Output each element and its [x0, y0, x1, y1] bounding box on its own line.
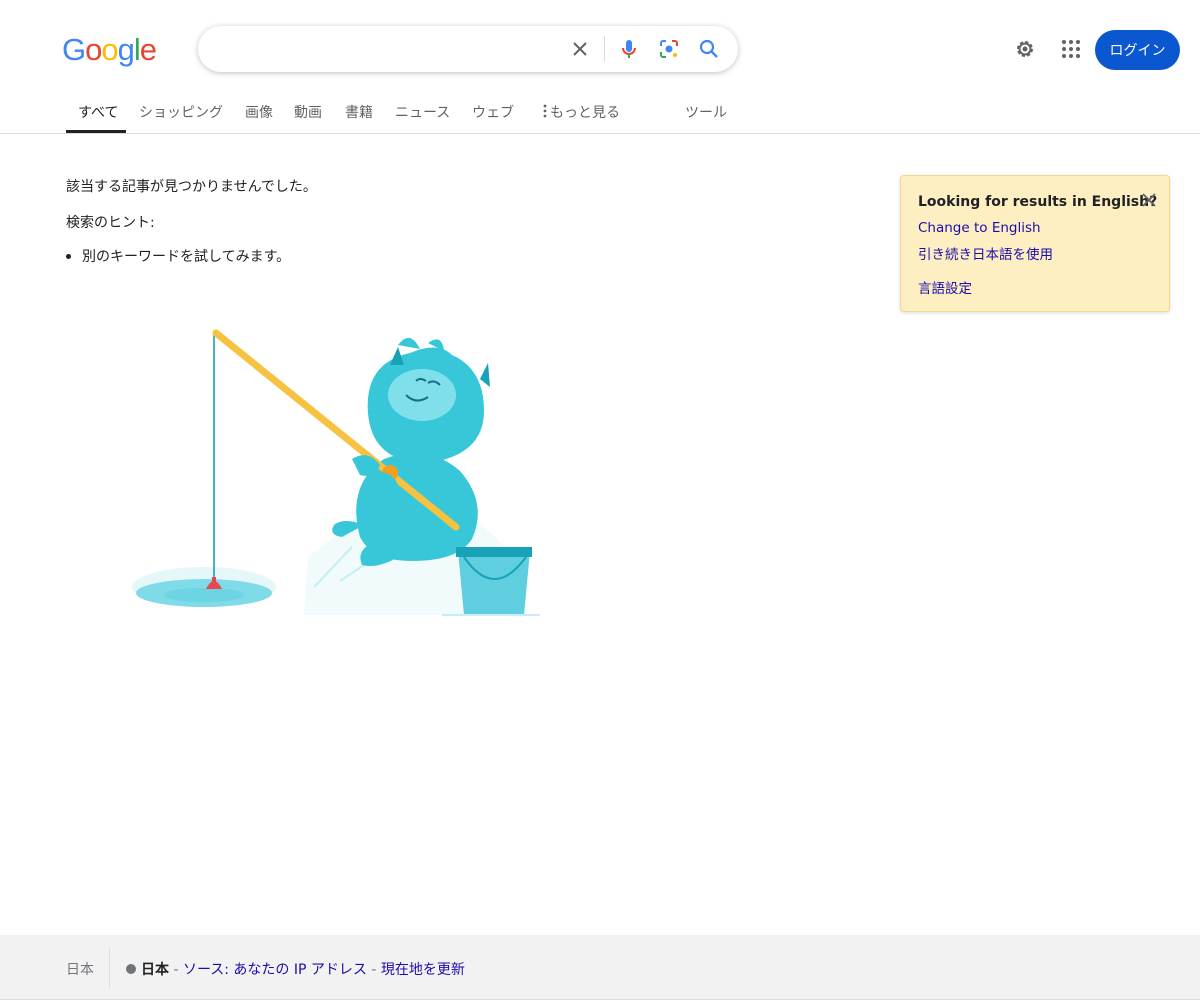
footer-divider	[109, 948, 110, 988]
language-card-title: Looking for results in English?	[918, 194, 1158, 210]
header: Google ログイン すべて ショッピング 画像 動画 書籍 ニュース ウェブ…	[0, 0, 1200, 134]
search-box	[198, 26, 738, 72]
microphone-icon[interactable]	[617, 37, 641, 61]
login-button[interactable]: ログイン	[1095, 30, 1180, 70]
active-tab-indicator	[66, 130, 126, 133]
search-hint-item: 別のキーワードを試してみます。	[66, 246, 290, 266]
tab-shopping[interactable]: ショッピング	[139, 102, 223, 122]
footer-location-name: 日本	[141, 962, 169, 978]
apps-grid-icon[interactable]	[1059, 37, 1083, 61]
tab-all[interactable]: すべて	[78, 102, 118, 122]
tab-books[interactable]: 書籍	[345, 102, 373, 122]
clear-icon[interactable]	[568, 37, 592, 61]
search-hints-title: 検索のヒント:	[66, 215, 155, 231]
gear-icon[interactable]	[1013, 37, 1037, 61]
tab-web[interactable]: ウェブ	[472, 102, 514, 122]
search-input[interactable]	[218, 34, 558, 64]
tab-videos[interactable]: 動画	[294, 102, 322, 122]
close-icon[interactable]	[1139, 190, 1159, 210]
logo-letter: G	[62, 32, 86, 67]
search-icon[interactable]	[697, 37, 721, 61]
change-to-english-link[interactable]: Change to English	[918, 220, 1041, 236]
update-location-link[interactable]: 現在地を更新	[381, 962, 465, 978]
lens-icon[interactable]	[657, 37, 681, 61]
logo-letter: o	[101, 32, 118, 67]
location-source-link[interactable]: ソース: あなたの IP アドレス	[183, 962, 367, 978]
footer-separator: -	[169, 962, 183, 978]
fishing-monster-illustration	[132, 329, 540, 616]
search-hint-text: 別のキーワードを試してみます。	[82, 249, 291, 265]
bullet-icon	[66, 253, 71, 259]
tab-tools[interactable]: ツール	[685, 102, 727, 122]
no-results-message: 該当する記事が見つかりませんでした。	[66, 179, 317, 195]
footer-country: 日本	[66, 962, 94, 978]
tab-more[interactable]: もっと見る	[540, 102, 620, 122]
language-settings-link[interactable]: 言語設定	[918, 277, 972, 297]
keep-japanese-link[interactable]: 引き続き日本語を使用	[918, 243, 1053, 263]
search-tabs: すべて ショッピング 画像 動画 書籍 ニュース ウェブ もっと見る ツール	[0, 90, 1200, 134]
tab-images[interactable]: 画像	[245, 102, 273, 122]
tab-more-label: もっと見る	[550, 105, 620, 121]
logo-letter: e	[139, 32, 157, 67]
tab-news[interactable]: ニュース	[395, 102, 450, 122]
logo-letter: g	[117, 32, 135, 67]
logo-letter: o	[85, 32, 102, 67]
search-divider	[604, 36, 605, 62]
footer-separator: -	[366, 962, 381, 978]
more-vert-icon	[543, 104, 547, 118]
google-logo[interactable]: Google	[62, 32, 157, 67]
footer: 日本 日本 - ソース: あなたの IP アドレス - 現在地を更新	[0, 935, 1200, 1000]
footer-location: 日本 - ソース: あなたの IP アドレス - 現在地を更新	[126, 959, 465, 979]
location-dot-icon	[126, 964, 136, 974]
language-suggestion-card: Looking for results in English? Change t…	[900, 175, 1170, 312]
